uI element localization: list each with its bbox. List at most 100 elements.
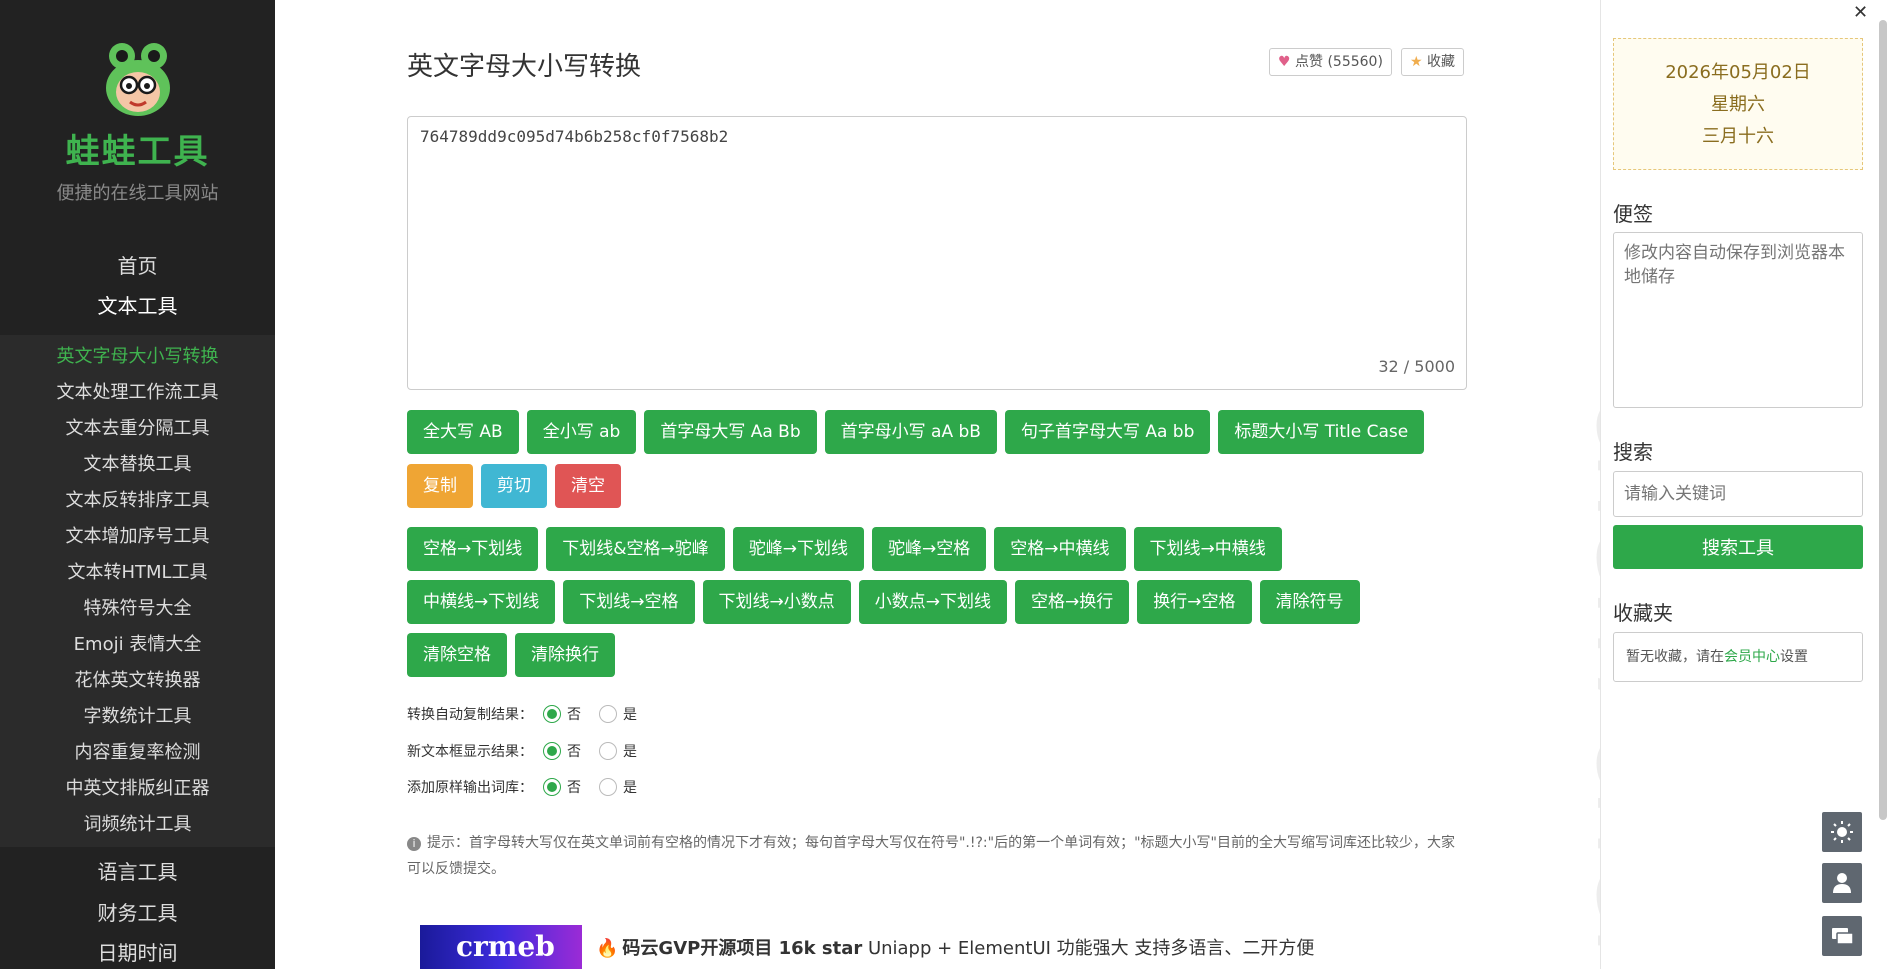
favorites-empty-text: 暂无收藏，请在 xyxy=(1626,649,1724,665)
sentence-case-button[interactable]: 句子首字母大写 Aa bb xyxy=(1004,410,1211,454)
clear-spaces-button[interactable]: 清除空格 xyxy=(407,633,507,677)
new-textbox-yes-radio[interactable] xyxy=(599,742,617,760)
nav-text-numbering[interactable]: 文本增加序号工具 xyxy=(0,519,275,555)
search-tools-button[interactable]: 搜索工具 xyxy=(1613,525,1863,569)
title-case-button[interactable]: 标题大小写 Title Case xyxy=(1218,410,1425,454)
clear-newlines-button[interactable]: 清除换行 xyxy=(515,633,615,677)
favorites-box: 暂无收藏，请在会员中心设置 xyxy=(1613,632,1863,682)
underscore-to-space-button[interactable]: 下划线→空格 xyxy=(563,580,695,624)
info-icon: i xyxy=(407,837,421,851)
raw-dictionary-no-radio[interactable] xyxy=(543,778,561,796)
like-button[interactable]: ♥ 点赞 (55560) xyxy=(1269,48,1392,76)
dot-to-underscore-button[interactable]: 小数点→下划线 xyxy=(858,580,1007,624)
scrollbar[interactable] xyxy=(1878,20,1888,960)
hyphen-to-underscore-button[interactable]: 中横线→下划线 xyxy=(407,580,556,624)
star-icon: ★ xyxy=(1410,54,1423,70)
like-label: 点赞 (55560) xyxy=(1295,54,1383,70)
user-button[interactable] xyxy=(1822,863,1862,903)
nav-emoji[interactable]: Emoji 表情大全 xyxy=(0,627,275,663)
favorite-button[interactable]: ★ 收藏 xyxy=(1401,48,1465,76)
nav-text-reverse[interactable]: 文本反转排序工具 xyxy=(0,483,275,519)
option-yes-label: 是 xyxy=(623,744,637,760)
favorite-label: 收藏 xyxy=(1427,54,1456,70)
convert-buttons-row3: 清除空格 清除换行 xyxy=(407,633,615,677)
uncapitalize-button[interactable]: 首字母小写 aA bB xyxy=(824,410,997,454)
brand-slogan: 便捷的在线工具网站 xyxy=(56,183,219,204)
option-new-textbox: 新文本框显示结果： 否 是 xyxy=(407,741,655,761)
date-widget: 2026年05月02日 星期六 三月十六 xyxy=(1613,38,1863,170)
nav-language-tools[interactable]: 语言工具 xyxy=(0,856,275,885)
option-label: 添加原样输出词库： xyxy=(407,780,533,796)
auto-copy-yes-radio[interactable] xyxy=(599,705,617,723)
nav-case-converter[interactable]: 英文字母大小写转换 xyxy=(0,339,275,375)
cut-button[interactable]: 剪切 xyxy=(481,464,547,508)
nav-text-workflow[interactable]: 文本处理工作流工具 xyxy=(0,375,275,411)
logo[interactable]: 蛙蛙工具 便捷的在线工具网站 xyxy=(0,40,275,205)
tip-content: 提示：首字母转大写仅在英文单词前有空格的情况下才有效；每句首字母大写仅在符号".… xyxy=(407,835,1455,877)
option-auto-copy: 转换自动复制结果： 否 是 xyxy=(407,704,655,724)
underscore-to-hyphen-button[interactable]: 下划线→中横线 xyxy=(1133,527,1282,571)
tip-text: i 提示：首字母转大写仅在英文单词前有空格的情况下才有效；每句首字母大写仅在符号"… xyxy=(407,830,1467,882)
search-input[interactable] xyxy=(1613,471,1863,517)
nav-home[interactable]: 首页 xyxy=(0,250,275,279)
option-label: 新文本框显示结果： xyxy=(407,744,533,760)
page: 蛙蛙工具 便捷的在线工具网站 首页 文本工具 英文字母大小写转换 文本处理工作流… xyxy=(0,0,1893,969)
space-to-hyphen-button[interactable]: 空格→中横线 xyxy=(994,527,1126,571)
underscore-to-dot-button[interactable]: 下划线→小数点 xyxy=(702,580,851,624)
nav-typesetting[interactable]: 中英文排版纠正器 xyxy=(0,771,275,807)
nav-datetime-tools[interactable]: 日期时间 xyxy=(0,937,275,966)
space-to-underscore-button[interactable]: 空格→下划线 xyxy=(407,527,539,571)
auto-copy-no-radio[interactable] xyxy=(543,705,561,723)
feedback-button[interactable] xyxy=(1822,916,1862,956)
nav-text-dedup[interactable]: 文本去重分隔工具 xyxy=(0,411,275,447)
capitalize-button[interactable]: 首字母大写 Aa Bb xyxy=(644,410,817,454)
ad-title: 码云GVP开源项目 16k star xyxy=(622,938,863,959)
fire-icon: 🔥 xyxy=(596,938,619,959)
convert-buttons-row1: 空格→下划线 下划线&空格→驼峰 驼峰→下划线 驼峰→空格 空格→中横线 下划线… xyxy=(407,527,1282,571)
option-yes-label: 是 xyxy=(623,780,637,796)
ad-banner[interactable]: crmeb 🔥 码云GVP开源项目 16k star Uniapp + Eleme… xyxy=(420,925,1314,969)
frog-logo-icon xyxy=(100,40,176,120)
date-text: 2026年05月02日 xyxy=(1665,62,1811,83)
option-no-label: 否 xyxy=(567,707,581,723)
nav-word-count[interactable]: 字数统计工具 xyxy=(0,699,275,735)
space-to-newline-button[interactable]: 空格→换行 xyxy=(1015,580,1130,624)
option-no-label: 否 xyxy=(567,744,581,760)
camel-to-space-button[interactable]: 驼峰→空格 xyxy=(872,527,987,571)
clear-symbols-button[interactable]: 清除符号 xyxy=(1259,580,1360,624)
favorites-settings-text: 设置 xyxy=(1780,649,1808,665)
new-textbox-no-radio[interactable] xyxy=(543,742,561,760)
brand-name: 蛙蛙工具 xyxy=(65,132,210,172)
nav-word-frequency[interactable]: 词频统计工具 xyxy=(0,807,275,843)
action-buttons: 复制 剪切 清空 xyxy=(407,464,621,508)
scrollbar-thumb[interactable] xyxy=(1879,20,1887,820)
underscore-space-to-camel-button[interactable]: 下划线&空格→驼峰 xyxy=(546,527,725,571)
camel-to-underscore-button[interactable]: 驼峰→下划线 xyxy=(732,527,865,571)
nav-text-replace[interactable]: 文本替换工具 xyxy=(0,447,275,483)
nav-text-tools[interactable]: 文本工具 xyxy=(0,290,275,319)
memo-textarea[interactable] xyxy=(1613,232,1863,408)
close-icon[interactable]: ✕ xyxy=(1853,2,1868,23)
option-raw-dictionary: 添加原样输出词库： 否 是 xyxy=(407,777,655,797)
clear-button[interactable]: 清空 xyxy=(555,464,621,508)
copy-button[interactable]: 复制 xyxy=(407,464,473,508)
uppercase-button[interactable]: 全大写 AB xyxy=(407,410,519,454)
newline-to-space-button[interactable]: 换行→空格 xyxy=(1137,580,1252,624)
text-tools-submenu: 英文字母大小写转换 文本处理工作流工具 文本去重分隔工具 文本替换工具 文本反转… xyxy=(0,335,275,847)
member-center-link[interactable]: 会员中心 xyxy=(1724,649,1780,665)
chat-icon xyxy=(1832,928,1854,945)
lowercase-button[interactable]: 全小写 ab xyxy=(526,410,637,454)
nav-duplicate-check[interactable]: 内容重复率检测 xyxy=(0,735,275,771)
text-input[interactable]: 764789dd9c095d74b6b258cf0f7568b2 xyxy=(407,116,1467,390)
main-content: 英文字母大小写转换 ♥ 点赞 (55560) ★ 收藏 764789dd9c09… xyxy=(275,0,1600,969)
option-yes-label: 是 xyxy=(623,707,637,723)
nav-finance-tools[interactable]: 财务工具 xyxy=(0,897,275,926)
ad-logo: crmeb xyxy=(420,925,582,969)
weekday-text: 星期六 xyxy=(1711,94,1765,115)
nav-fancy-text[interactable]: 花体英文转换器 xyxy=(0,663,275,699)
theme-toggle-button[interactable] xyxy=(1822,812,1862,852)
nav-special-symbols[interactable]: 特殊符号大全 xyxy=(0,591,275,627)
user-icon xyxy=(1833,873,1851,893)
raw-dictionary-yes-radio[interactable] xyxy=(599,778,617,796)
nav-text-to-html[interactable]: 文本转HTML工具 xyxy=(0,555,275,591)
